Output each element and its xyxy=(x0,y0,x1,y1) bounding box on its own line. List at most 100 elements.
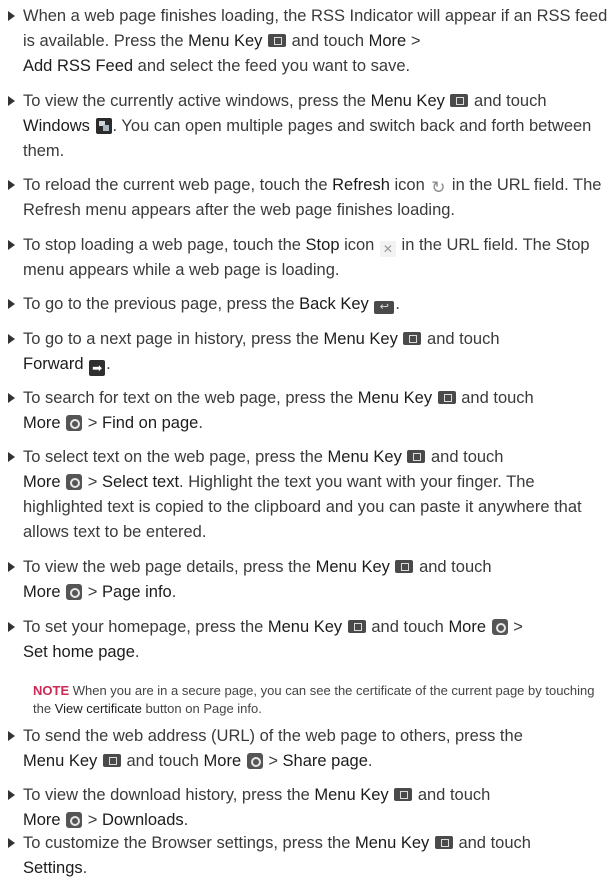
menu-key-icon xyxy=(403,332,422,345)
refresh-label: Refresh xyxy=(332,176,390,194)
forward-label: Forward xyxy=(23,355,84,373)
text: > xyxy=(263,752,283,770)
bullet-arrow-icon xyxy=(8,838,15,848)
bullet-arrow-icon xyxy=(8,11,15,21)
more-icon xyxy=(66,474,83,490)
text: To go to the previous page, press the xyxy=(23,295,300,313)
windows-label: Windows xyxy=(23,117,90,135)
more-icon xyxy=(246,753,263,769)
text: To set your homepage, press the xyxy=(23,618,268,636)
text: To view the download history, press the xyxy=(23,786,315,804)
text: To search for text on the web page, pres… xyxy=(23,389,358,407)
text: and touch xyxy=(413,786,491,804)
refresh-icon: ↻ xyxy=(431,178,446,197)
bullet-arrow-icon xyxy=(8,393,15,403)
view-certificate-label: View certificate xyxy=(54,701,142,716)
find-on-page-label: Find on page xyxy=(102,414,199,432)
menu-key-icon xyxy=(450,94,469,107)
text: icon xyxy=(339,236,379,254)
menu-key-icon xyxy=(407,450,426,463)
bullet-arrow-icon xyxy=(8,731,15,741)
text: To customize the Browser settings, press… xyxy=(23,834,355,852)
text: . xyxy=(183,811,189,829)
text: . xyxy=(395,295,400,313)
more-label: More xyxy=(23,811,61,829)
text: To go to a next page in history, press t… xyxy=(23,330,324,348)
text: . xyxy=(134,643,140,661)
text: and touch xyxy=(422,330,500,348)
text: and touch xyxy=(414,558,492,576)
menu-key-icon xyxy=(394,788,413,801)
bullet-arrow-icon xyxy=(8,334,15,344)
text: and touch xyxy=(456,389,534,407)
text: and touch xyxy=(453,834,531,852)
bullet-arrow-icon xyxy=(8,299,15,309)
more-label: More xyxy=(368,32,407,50)
text: and touch xyxy=(121,752,204,770)
text: icon xyxy=(389,176,430,194)
more-label: More xyxy=(203,752,242,770)
text: > xyxy=(508,618,523,636)
note-text: button on Page info. xyxy=(141,701,262,716)
more-label: More xyxy=(23,583,61,601)
bullet-arrow-icon xyxy=(8,790,15,800)
text: To select text on the web page, press th… xyxy=(23,448,328,466)
text: > xyxy=(83,811,102,829)
text: . xyxy=(367,752,373,770)
note-box: NOTE When you are in a secure page, you … xyxy=(33,682,603,718)
page-info-label: Page info xyxy=(102,583,172,601)
menu-key-label: Menu Key xyxy=(23,752,98,770)
menu-key-icon xyxy=(267,34,286,47)
more-label: More xyxy=(23,414,61,432)
bullet-arrow-icon xyxy=(8,562,15,572)
text: . xyxy=(82,859,88,877)
text: . xyxy=(171,583,177,601)
back-key-label: Back Key xyxy=(299,295,369,313)
menu-key-label: Menu Key xyxy=(188,32,263,50)
windows-icon xyxy=(95,118,112,134)
text: To stop loading a web page, touch the xyxy=(23,236,306,254)
add-rss-feed-label: Add RSS Feed xyxy=(23,57,134,75)
text: > xyxy=(83,473,102,491)
bullet-arrow-icon xyxy=(8,622,15,632)
stop-label: Stop xyxy=(305,236,340,254)
text: > xyxy=(83,583,102,601)
menu-key-label: Menu Key xyxy=(370,92,445,110)
share-page-label: Share page xyxy=(282,752,368,770)
text: and touch xyxy=(426,448,504,466)
forward-icon: ➡ xyxy=(89,360,106,376)
text: . xyxy=(106,355,111,373)
bullet-arrow-icon xyxy=(8,180,15,190)
menu-key-icon xyxy=(434,836,453,849)
text: and touch xyxy=(366,618,449,636)
bullet-arrow-icon xyxy=(8,452,15,462)
manual-page: When a web page finishes loading, the RS… xyxy=(0,0,611,879)
menu-key-icon xyxy=(395,560,414,573)
downloads-label: Downloads xyxy=(102,811,184,829)
stop-icon: ✕ xyxy=(379,241,396,257)
menu-key-label: Menu Key xyxy=(314,786,389,804)
menu-key-label: Menu Key xyxy=(357,389,433,407)
text: and touch xyxy=(286,32,369,50)
more-icon xyxy=(66,812,83,828)
set-home-page-label: Set home page xyxy=(23,643,135,661)
text: > xyxy=(83,414,102,432)
menu-key-icon xyxy=(437,391,456,404)
text: To view the web page details, press the xyxy=(23,558,316,576)
text: . xyxy=(198,414,203,432)
text: To view the currently active windows, pr… xyxy=(23,92,371,110)
text: and touch xyxy=(469,92,547,110)
back-key-icon: ↩ xyxy=(374,301,395,314)
text: To reload the current web page, touch th… xyxy=(23,176,333,194)
select-text-label: Select text xyxy=(102,473,180,491)
menu-key-label: Menu Key xyxy=(267,618,343,636)
settings-label: Settings xyxy=(23,859,83,877)
menu-key-label: Menu Key xyxy=(354,834,430,852)
menu-key-icon xyxy=(102,754,121,767)
menu-key-icon xyxy=(347,620,366,633)
bullet-arrow-icon xyxy=(8,96,15,106)
menu-key-label: Menu Key xyxy=(315,558,390,576)
text: > xyxy=(406,32,421,50)
more-label: More xyxy=(23,473,61,491)
more-icon xyxy=(66,415,83,431)
